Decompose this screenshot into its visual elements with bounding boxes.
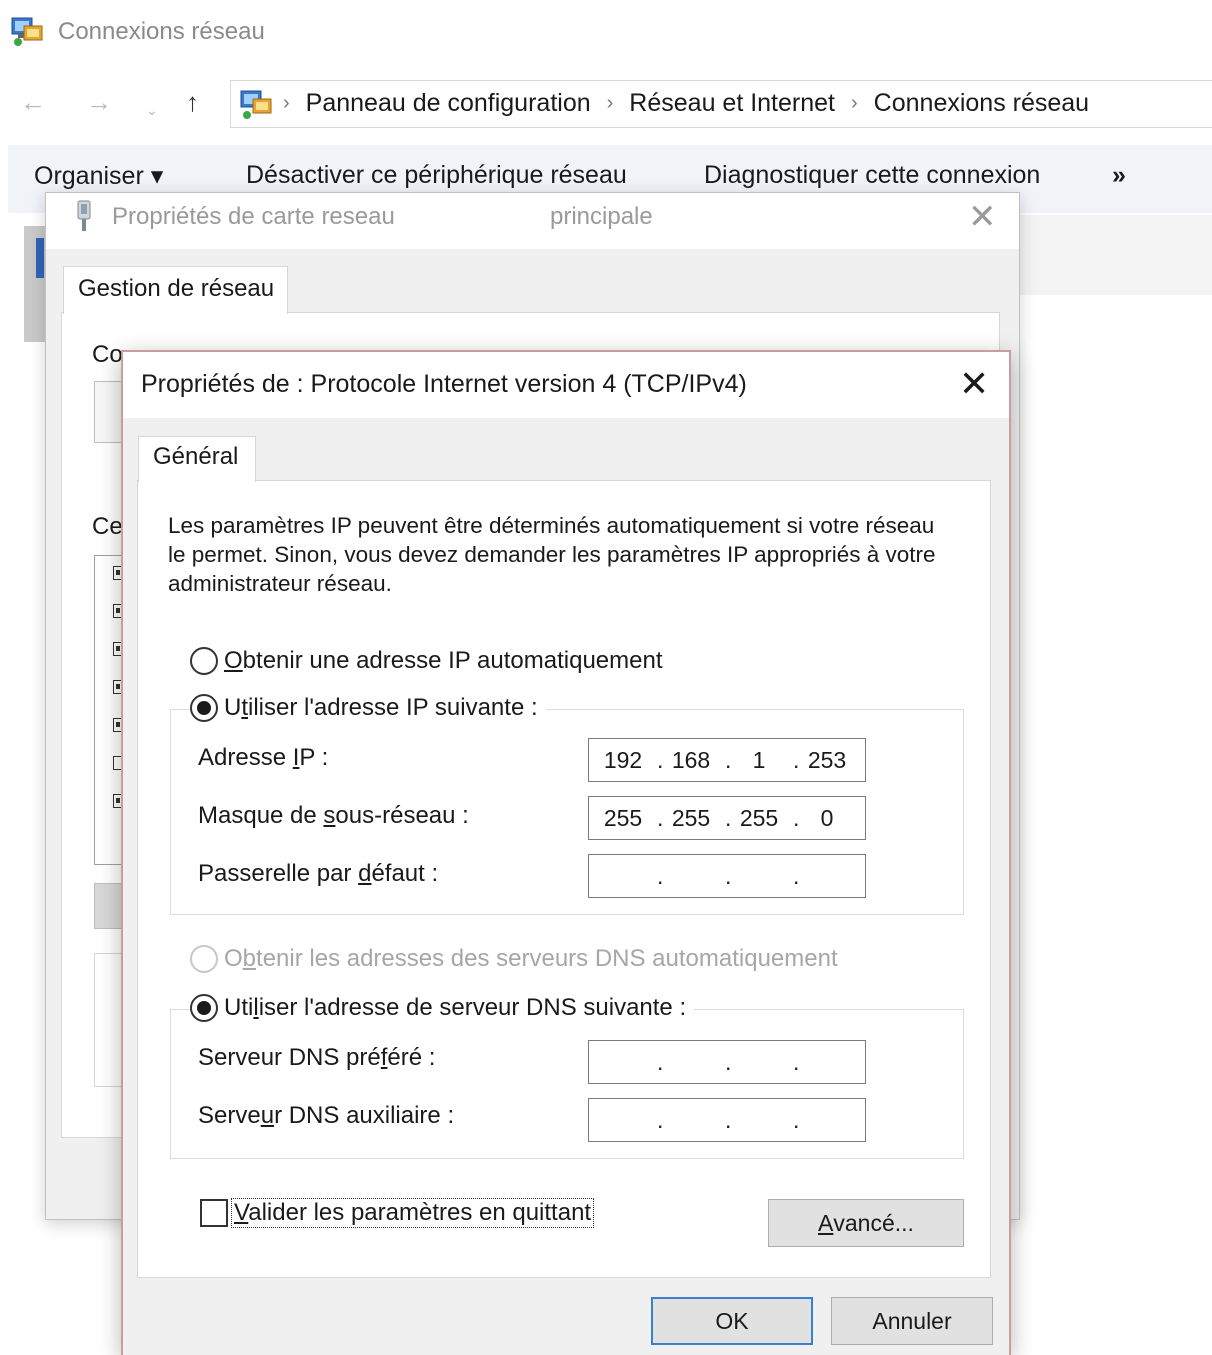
ip-address-label: Adresse IP :: [198, 744, 329, 771]
obtain-dns-automatically-label: Obtenir les adresses des serveurs DNS au…: [224, 945, 838, 972]
preferred-dns-label: Serveur DNS préféré :: [198, 1044, 436, 1071]
address-bar[interactable]: › Panneau de configuration › Réseau et I…: [230, 80, 1212, 128]
breadcrumb: › Panneau de configuration › Réseau et I…: [283, 89, 1089, 118]
ipv4-dialog-title: Propriétés de : Protocole Internet versi…: [141, 370, 747, 398]
preferred-dns-field[interactable]: . . .: [588, 1040, 866, 1084]
install-button[interactable]: [94, 883, 124, 929]
general-tab-panel: Les paramètres IP peuvent être déterminé…: [137, 480, 991, 1278]
adapter-dialog-title: Propriétés de carte reseau: [112, 203, 395, 230]
connection-icon: [36, 238, 44, 278]
breadcrumb-chevron-icon: ›: [851, 92, 858, 114]
validate-on-exit-checkbox[interactable]: Valider les paramètres en quittant: [200, 1198, 595, 1228]
up-arrow-icon[interactable]: ↑: [186, 84, 199, 120]
advanced-button[interactable]: Avancé...: [768, 1199, 964, 1247]
ip-address-field[interactable]: 192. 168. 1. 253: [588, 738, 866, 782]
address-row: ← → ⌄ ↑ › Panneau de configuration › Rés…: [0, 76, 1212, 130]
default-gateway-field[interactable]: . . .: [588, 854, 866, 898]
use-following-ip-label: Utiliser l'adresse IP suivante :: [224, 694, 538, 721]
components-list[interactable]: [94, 555, 124, 865]
radio-indicator: [190, 945, 218, 973]
radio-indicator: [190, 994, 218, 1022]
network-connections-icon: [11, 17, 43, 46]
use-following-dns-label: Utiliser l'adresse de serveur DNS suivan…: [224, 994, 687, 1021]
explorer-titlebar: Connexions réseau: [0, 0, 1212, 70]
control-panel-icon: [240, 90, 272, 119]
description-group: [94, 953, 124, 1087]
diagnose-connection-button[interactable]: Diagnostiquer cette connexion: [704, 161, 1040, 190]
tab-networking[interactable]: Gestion de réseau: [63, 266, 288, 314]
adapter-dialog-title-suffix: principale: [550, 203, 653, 230]
subnet-mask-field[interactable]: 255. 255. 255. 0: [588, 796, 866, 840]
default-gateway-label: Passerelle par défaut :: [198, 860, 439, 887]
explorer-content-area: [1014, 215, 1212, 295]
breadcrumb-chevron-icon: ›: [283, 92, 290, 114]
ok-button[interactable]: OK: [651, 1297, 813, 1345]
network-adapter-icon: [77, 200, 91, 231]
obtain-ip-automatically-radio[interactable]: Obtenir une adresse IP automatiquement: [190, 647, 663, 675]
alternate-dns-field[interactable]: . . .: [588, 1098, 866, 1142]
intro-text: Les paramètres IP peuvent être déterminé…: [168, 513, 936, 596]
cancel-button[interactable]: Annuler: [831, 1297, 993, 1345]
organize-menu[interactable]: Organiser ▾: [34, 161, 163, 191]
adapter-dialog-titlebar: Propriétés de carte reseau principale ✕: [46, 193, 1019, 249]
alternate-dns-label: Serveur DNS auxiliaire :: [198, 1102, 455, 1129]
close-icon[interactable]: ✕: [968, 197, 997, 237]
forward-arrow-icon[interactable]: →: [86, 84, 112, 120]
validate-on-exit-label: Valider les paramètres en quittant: [230, 1198, 595, 1228]
use-following-ip-radio[interactable]: Utiliser l'adresse IP suivante :: [190, 694, 546, 722]
breadcrumb-item-control-panel[interactable]: Panneau de configuration: [306, 89, 591, 118]
breadcrumb-chevron-icon: ›: [606, 92, 614, 114]
use-following-dns-radio[interactable]: Utiliser l'adresse de serveur DNS suivan…: [190, 994, 695, 1022]
checkbox-indicator: [200, 1199, 228, 1227]
obtain-dns-automatically-radio[interactable]: Obtenir les adresses des serveurs DNS au…: [190, 945, 838, 973]
more-commands-button[interactable]: »: [1112, 161, 1126, 190]
radio-indicator: [190, 647, 218, 675]
ipv4-dialog-titlebar: Propriétés de : Protocole Internet versi…: [123, 352, 1009, 418]
back-arrow-icon[interactable]: ←: [20, 84, 46, 120]
tab-general[interactable]: Général: [138, 436, 256, 482]
disable-device-button[interactable]: Désactiver ce périphérique réseau: [246, 161, 627, 190]
close-icon[interactable]: ✕: [959, 364, 989, 404]
radio-indicator: [190, 694, 218, 722]
ipv4-properties-dialog: Propriétés de : Protocole Internet versi…: [121, 350, 1011, 1355]
breadcrumb-item-network-connections[interactable]: Connexions réseau: [874, 89, 1089, 118]
breadcrumb-item-network-internet[interactable]: Réseau et Internet: [629, 89, 835, 118]
obtain-ip-automatically-label: Obtenir une adresse IP automatiquement: [224, 647, 663, 674]
subnet-mask-label: Masque de sous-réseau :: [198, 802, 469, 829]
adapter-name-box: [94, 381, 124, 443]
connection-item-stub[interactable]: [24, 226, 46, 342]
recent-locations-chevron-icon[interactable]: ⌄: [146, 92, 158, 128]
items-list-label: Ce: [92, 513, 123, 540]
window-title: Connexions réseau: [58, 18, 265, 45]
connect-using-label: Co: [92, 341, 123, 368]
